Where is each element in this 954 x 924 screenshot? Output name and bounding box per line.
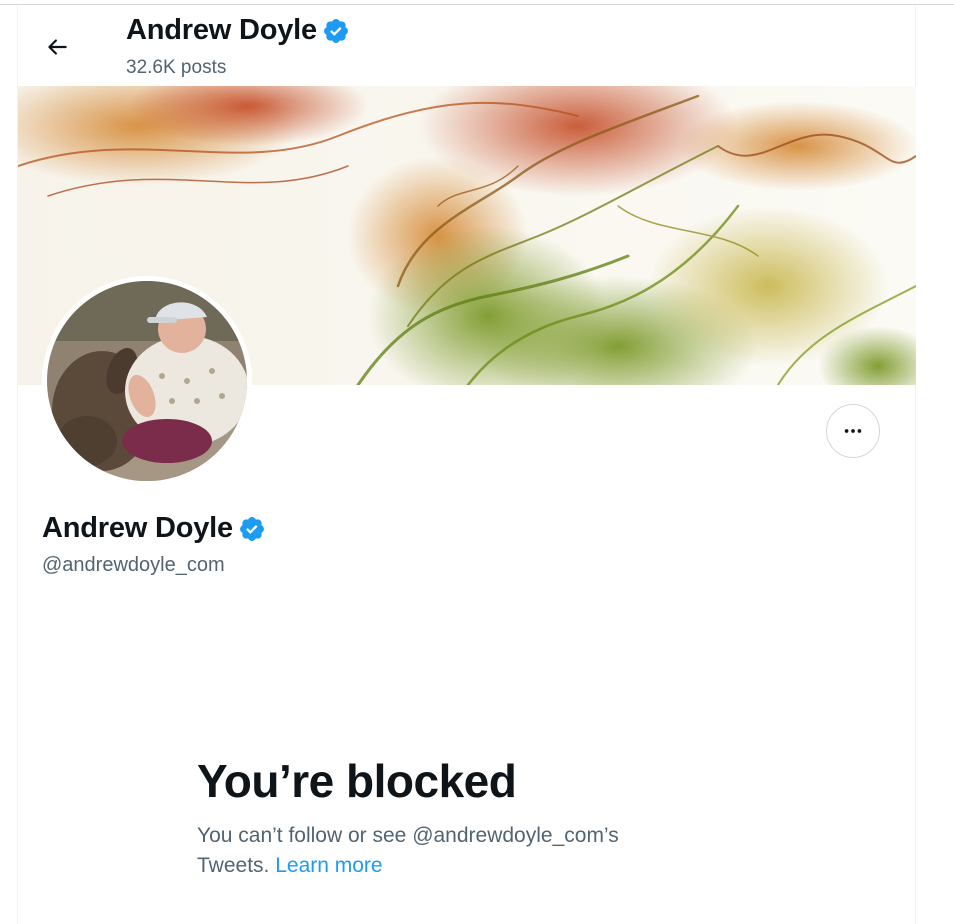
header-title: Andrew Doyle [126, 14, 350, 47]
header-name-text: Andrew Doyle [126, 14, 317, 46]
blocked-title: You’re blocked [197, 755, 517, 807]
post-count: 32.6K posts [126, 57, 227, 78]
back-button[interactable] [40, 30, 74, 64]
verified-badge-icon [324, 18, 348, 43]
more-options-button[interactable] [826, 404, 880, 458]
profile-handle: @andrewdoyle_com [42, 554, 225, 576]
more-horizontal-icon [844, 429, 862, 433]
avatar-photo [47, 281, 247, 481]
verified-badge-icon[interactable] [238, 515, 266, 543]
blocked-message-text: You can’t follow or see @andrewdoyle_com… [197, 824, 619, 877]
blocked-message: You can’t follow or see @andrewdoyle_com… [197, 821, 667, 881]
avatar[interactable] [42, 276, 252, 486]
learn-more-link[interactable]: Learn more [275, 854, 382, 877]
profile-name-text: Andrew Doyle [42, 512, 233, 544]
profile-name: Andrew Doyle [42, 512, 266, 545]
arrow-left-icon [48, 39, 67, 55]
profile-page: Andrew Doyle 32.6K posts Andrew Doyle @a… [0, 0, 954, 924]
avatar-image [47, 281, 247, 481]
